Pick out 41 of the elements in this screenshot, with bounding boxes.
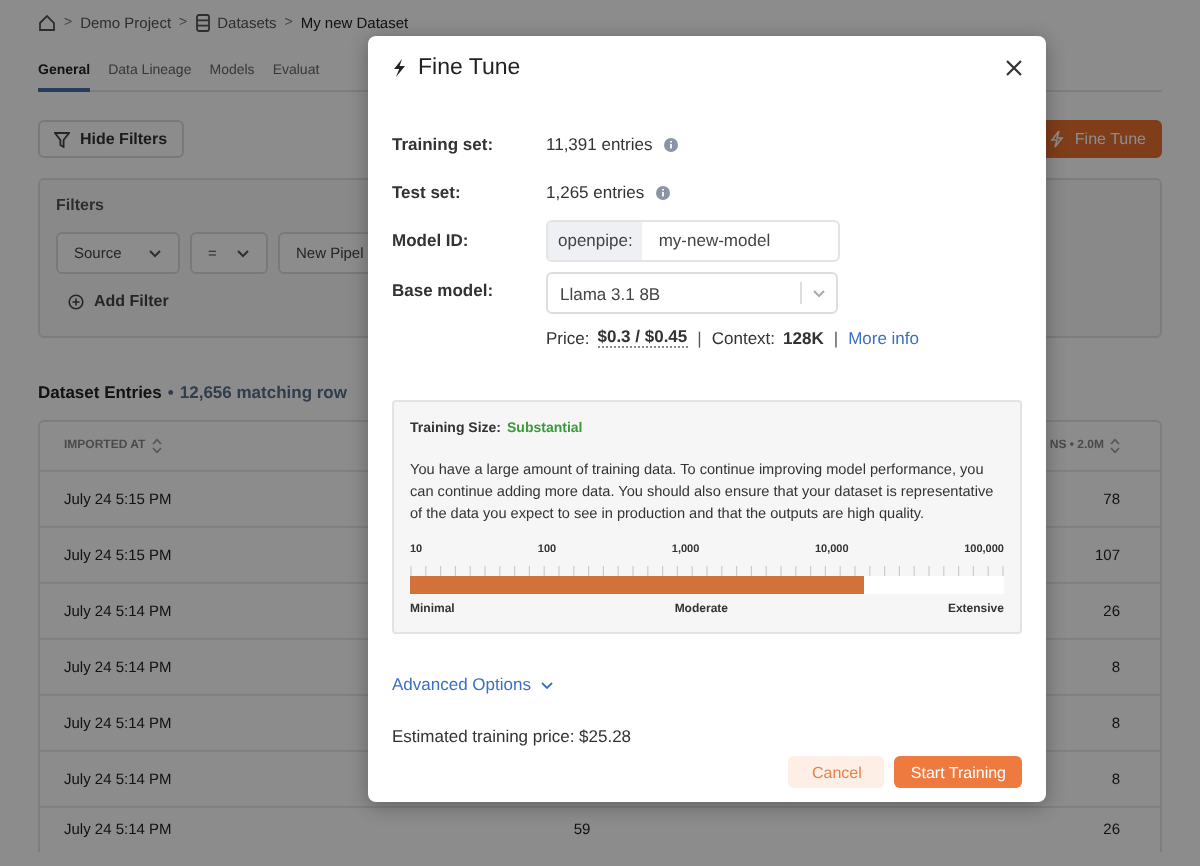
hide-filters-button[interactable]: Hide Filters <box>38 120 184 158</box>
separator-text: | <box>697 327 702 347</box>
start-training-button[interactable]: Start Training <box>894 756 1022 788</box>
more-info-link[interactable]: More info <box>848 327 919 347</box>
price-value: $0.3 / $0.45 <box>597 326 688 348</box>
chevron-down-icon <box>236 248 250 258</box>
add-filter-button[interactable]: Add Filter <box>56 292 181 310</box>
field-label: Test set: <box>392 182 463 202</box>
field-value: 11,391 entries <box>546 134 653 154</box>
model-id-field[interactable]: openpipe: my-new-model <box>546 219 840 261</box>
bolt-icon <box>1050 130 1065 148</box>
field-value: 1,265 entries <box>546 182 645 202</box>
chevron-down-icon <box>148 248 162 258</box>
separator-text: | <box>833 327 839 347</box>
text-input[interactable]: my-new-model <box>642 230 835 250</box>
close-icon <box>1006 60 1022 76</box>
base-model-dropdown[interactable]: Llama 3.1 8B <box>546 272 838 314</box>
cancel-button[interactable]: Cancel <box>788 756 885 788</box>
chevron-down-icon <box>812 288 826 298</box>
bullet-separator: • <box>167 382 174 402</box>
section-title: Dataset Entries <box>38 382 162 402</box>
field-label: Base model: <box>392 279 496 299</box>
sort-icon <box>1110 438 1120 454</box>
advanced-options-toggle[interactable]: Advanced Options <box>392 674 555 694</box>
row-count: 12,656 matching row <box>179 382 347 402</box>
home-icon <box>38 13 56 31</box>
bolt-icon <box>392 58 406 78</box>
close-button[interactable] <box>1002 56 1026 80</box>
chevron-down-icon <box>540 679 555 689</box>
context-label: Context: <box>711 327 776 347</box>
input-prefix: openpipe: <box>548 221 643 259</box>
filters-title: Filters <box>56 196 105 214</box>
field-label: Training set: <box>392 134 496 154</box>
estimated-price: Estimated training price: $25.28 <box>392 726 634 746</box>
sort-icon <box>151 438 162 454</box>
dialog-title: Fine Tune <box>418 56 523 80</box>
filter-icon <box>54 131 70 147</box>
context-value: 128K <box>783 327 824 347</box>
plus-circle-icon <box>68 293 84 309</box>
database-icon <box>195 13 210 31</box>
price-label: Price: <box>546 327 590 347</box>
